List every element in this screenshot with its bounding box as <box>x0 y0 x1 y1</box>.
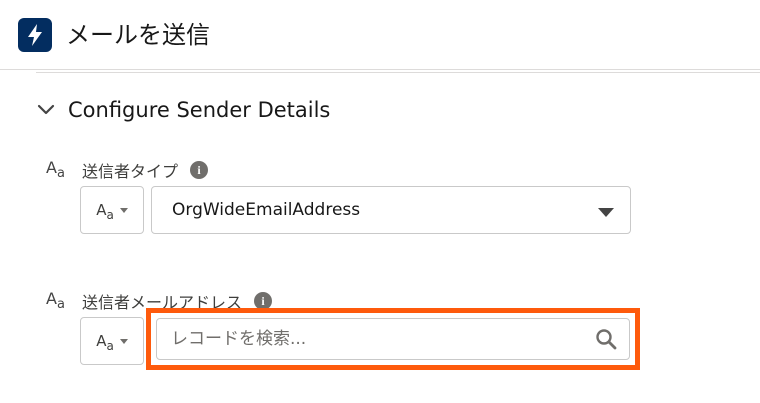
field-label-sender-type: 送信者タイプ i <box>82 158 209 182</box>
dropdown-arrow-icon <box>598 208 614 217</box>
page-header: メールを送信 <box>0 0 760 70</box>
lightning-bolt-icon <box>18 18 52 52</box>
chevron-down-icon <box>34 98 58 122</box>
text-type-icon: Aa <box>96 332 114 353</box>
search-icon[interactable] <box>595 328 617 350</box>
page-title: メールを送信 <box>66 21 210 49</box>
text-type-icon: Aa <box>46 158 65 181</box>
info-icon[interactable]: i <box>190 161 209 179</box>
sender-email-lookup[interactable] <box>156 318 630 360</box>
caret-down-icon <box>119 207 128 213</box>
sender-type-label: 送信者タイプ <box>82 162 179 181</box>
record-search-input[interactable] <box>157 319 577 359</box>
section-title: Configure Sender Details <box>68 98 331 122</box>
section-toggle-sender-details[interactable]: Configure Sender Details <box>34 94 330 126</box>
sender-email-resource-toggle[interactable]: Aa <box>80 317 144 365</box>
sender-type-value: OrgWideEmailAddress <box>172 200 361 220</box>
text-type-icon: Aa <box>46 289 65 312</box>
text-type-icon: Aa <box>96 201 114 222</box>
sender-type-select[interactable]: OrgWideEmailAddress <box>151 186 631 234</box>
caret-down-icon <box>119 338 128 344</box>
divider <box>36 72 760 73</box>
sender-type-resource-toggle[interactable]: Aa <box>80 186 144 234</box>
